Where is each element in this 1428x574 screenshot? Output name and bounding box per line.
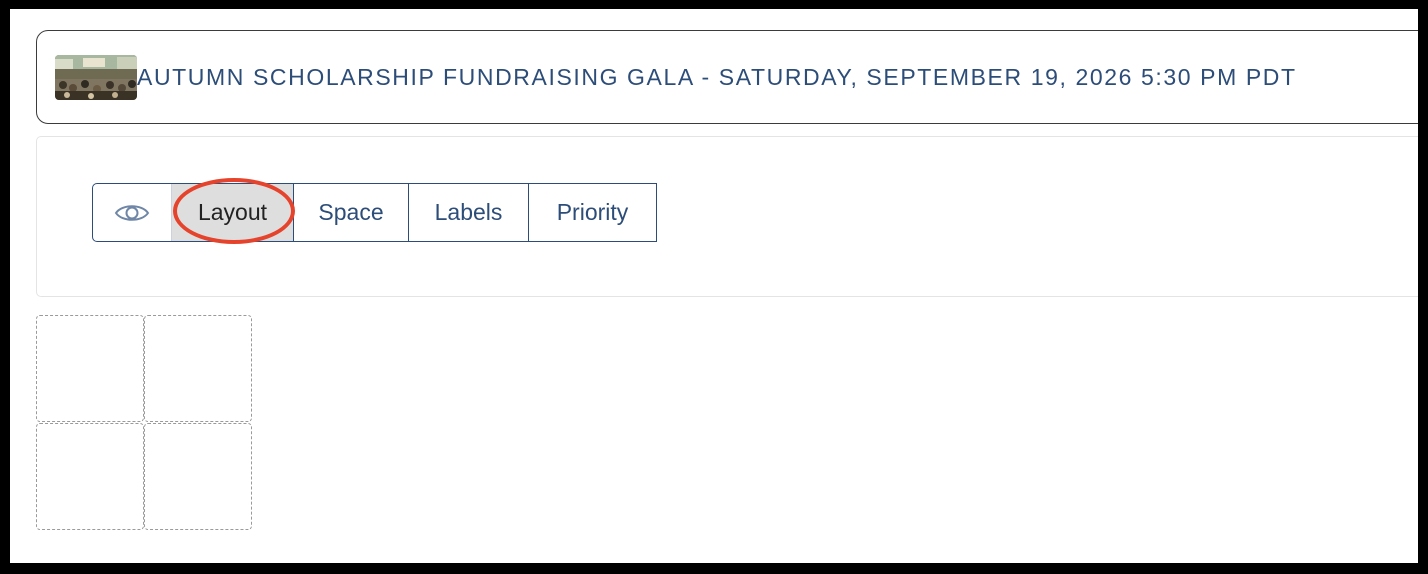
tab-space-label: Space bbox=[318, 199, 384, 225]
tab-priority[interactable]: Priority bbox=[529, 184, 656, 241]
tab-layout[interactable]: Layout bbox=[172, 178, 295, 244]
tab-labels[interactable]: Labels bbox=[409, 184, 529, 241]
view-toolbar-panel: Layout Space Labels Priority bbox=[36, 136, 1418, 297]
layout-grid bbox=[36, 315, 252, 530]
tab-priority-label: Priority bbox=[556, 199, 629, 225]
view-mode-segmented-control: Layout Space Labels Priority bbox=[92, 178, 657, 244]
event-photo-icon bbox=[55, 55, 137, 100]
tab-labels-label: Labels bbox=[434, 199, 503, 225]
event-thumbnail bbox=[55, 55, 137, 100]
tab-space[interactable]: Space bbox=[294, 184, 409, 241]
app-window: AUTUMN SCHOLARSHIP FUNDRAISING GALA - SA… bbox=[10, 9, 1418, 563]
tab-layout-label: Layout bbox=[197, 199, 268, 225]
eye-icon bbox=[114, 204, 150, 221]
event-header[interactable]: AUTUMN SCHOLARSHIP FUNDRAISING GALA - SA… bbox=[36, 30, 1418, 124]
layout-cell[interactable] bbox=[36, 423, 144, 530]
event-title: AUTUMN SCHOLARSHIP FUNDRAISING GALA - SA… bbox=[137, 64, 1297, 90]
layout-cell[interactable] bbox=[144, 315, 252, 422]
visibility-toggle-button[interactable] bbox=[93, 184, 172, 241]
layout-cell[interactable] bbox=[36, 315, 144, 422]
layout-cell[interactable] bbox=[144, 423, 252, 530]
